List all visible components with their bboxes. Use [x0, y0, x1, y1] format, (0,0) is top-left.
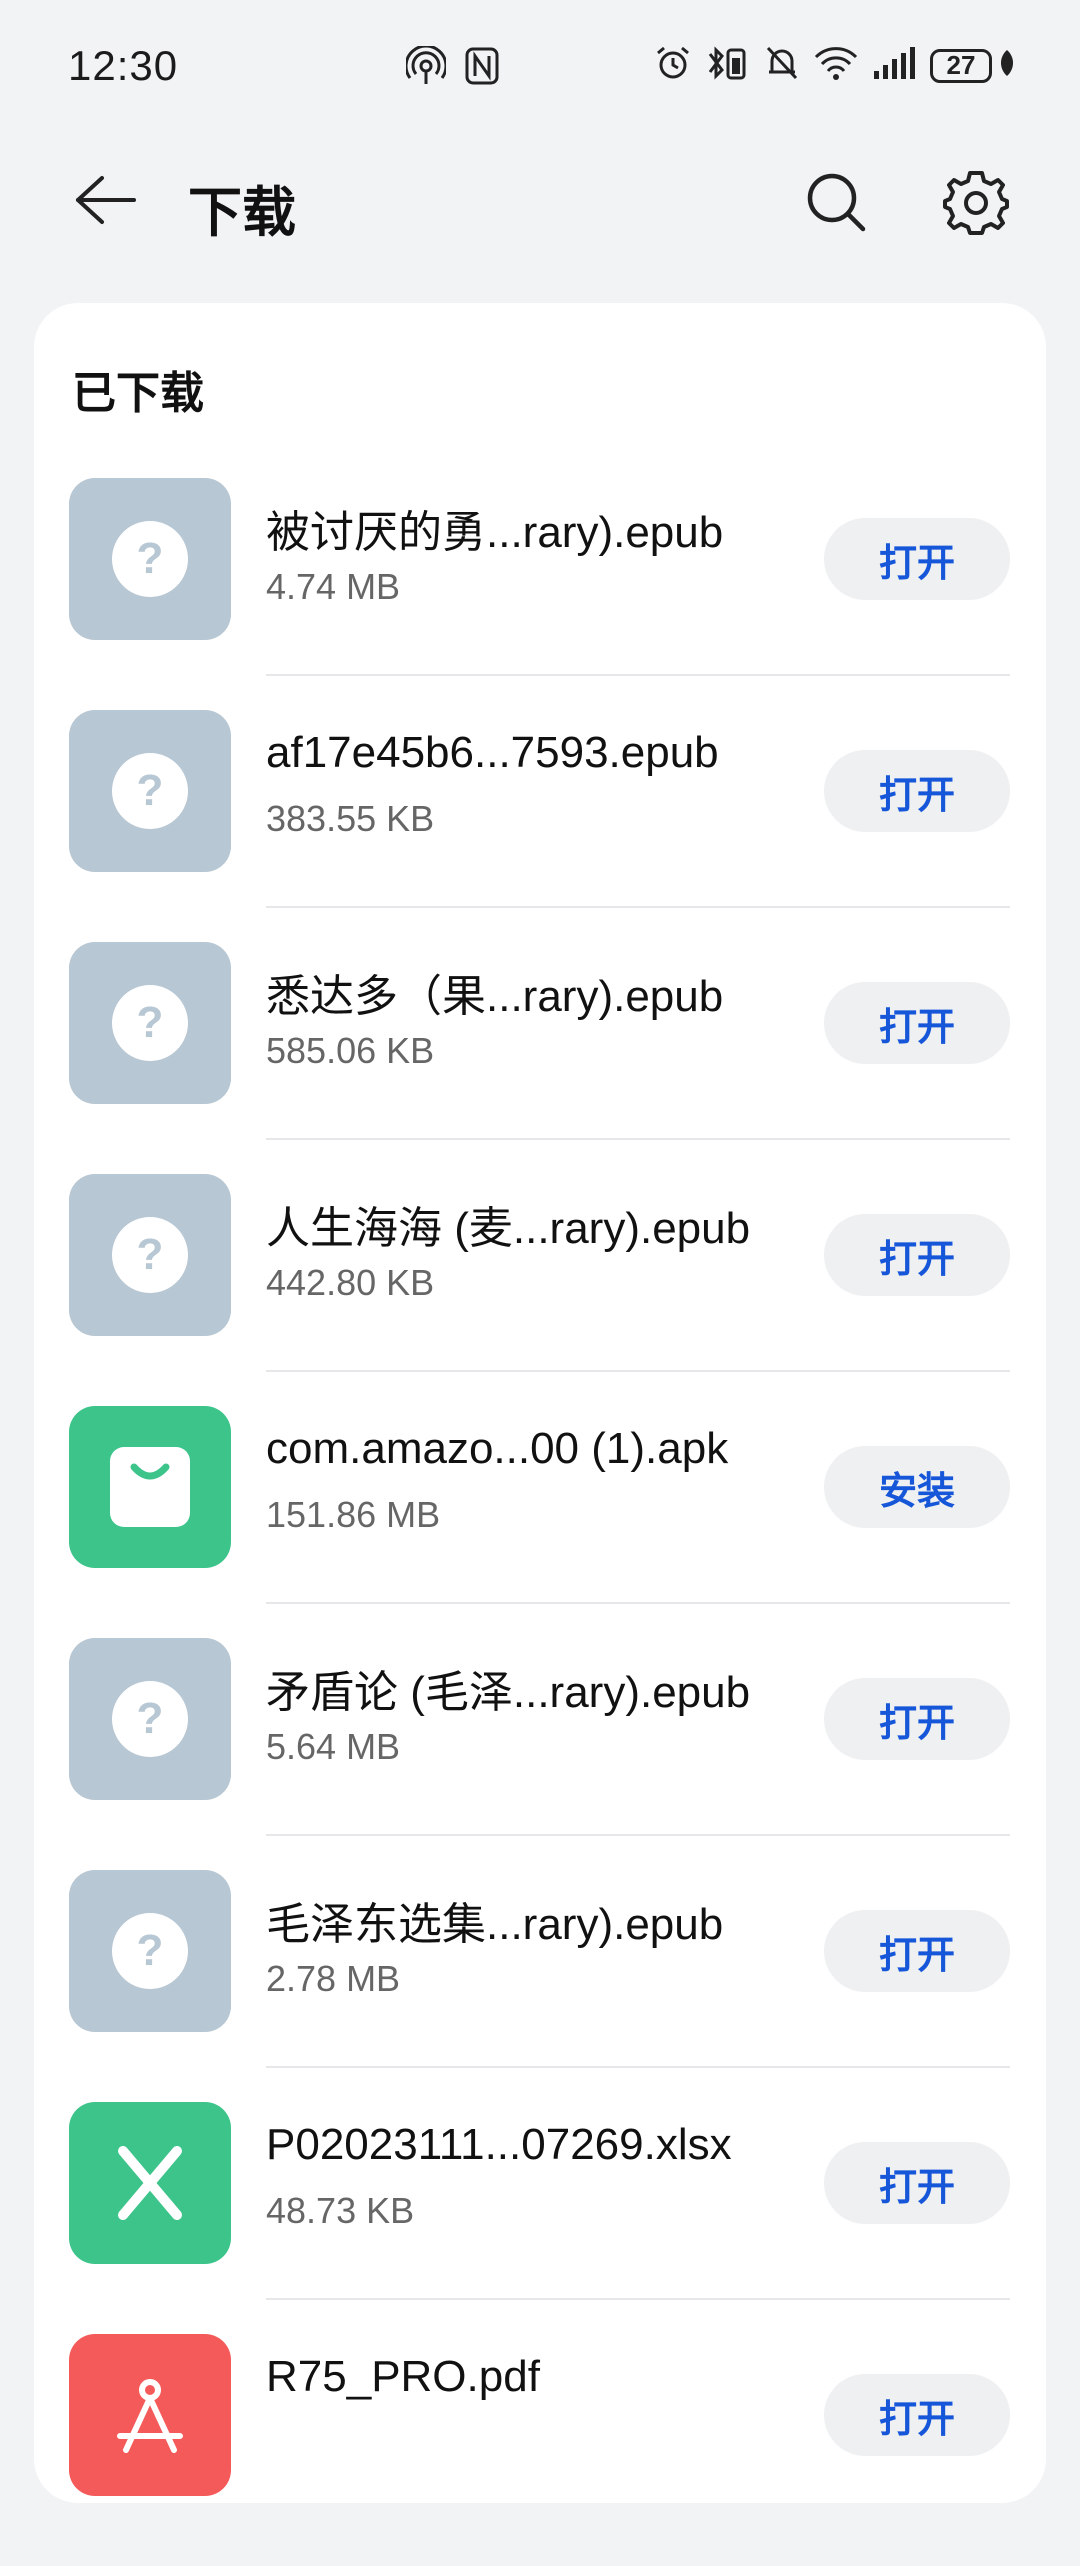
file-name: 毛泽东选集...rary).epub [266, 1900, 724, 1949]
file-size: 4.74 MB [266, 566, 401, 607]
divider [266, 1138, 1010, 1140]
open-button[interactable]: 打开 [824, 1910, 1010, 1992]
gear-icon [943, 171, 1009, 235]
list-item[interactable]: ? af17e45b6...7593.epub 383.55 KB 打开 [34, 710, 1046, 942]
divider [266, 1602, 1010, 1604]
hotspot-icon [404, 44, 448, 91]
file-name: 矛盾论 (毛泽...rary).epub [266, 1668, 751, 1717]
open-button[interactable]: 打开 [824, 1214, 1010, 1296]
apk-bag-icon [69, 1406, 231, 1568]
divider [266, 674, 1010, 676]
file-size: 442.80 KB [266, 1262, 435, 1303]
svg-text:?: ? [137, 1230, 164, 1279]
file-size: 2.78 MB [266, 1958, 401, 1999]
alarm-icon [654, 44, 692, 87]
search-button[interactable] [800, 166, 872, 238]
unknown-file-icon: ? [69, 942, 231, 1104]
downloads-list: ? 被讨厌的勇...rary).epub 4.74 MB 打开 ? af17e4… [34, 478, 1046, 2566]
list-item[interactable]: P02023111...07269.xlsx 48.73 KB 打开 [34, 2102, 1046, 2334]
status-right-icons: 27 [654, 44, 1016, 87]
file-name: af17e45b6...7593.epub [266, 728, 719, 777]
excel-x-icon [69, 2102, 231, 2264]
status-time: 12:30 [68, 42, 179, 89]
search-icon [807, 173, 866, 232]
list-item[interactable]: ? 矛盾论 (毛泽...rary).epub 5.64 MB 打开 [34, 1638, 1046, 1870]
battery-indicator: 27 [930, 48, 1016, 83]
open-button[interactable]: 打开 [824, 982, 1010, 1064]
svg-text:?: ? [137, 1694, 164, 1743]
open-button[interactable]: 打开 [824, 2142, 1010, 2224]
bluetooth-battery-icon [706, 44, 750, 87]
file-name: com.amazo...00 (1).apk [266, 1424, 729, 1473]
section-title-downloaded: 已下载 [72, 369, 204, 418]
file-name: 被讨厌的勇...rary).epub [266, 508, 724, 557]
open-button[interactable]: 打开 [824, 750, 1010, 832]
file-name: 悉达多（果...rary).epub [266, 972, 724, 1021]
file-name: P02023111...07269.xlsx [266, 2120, 732, 2169]
svg-text:?: ? [137, 998, 164, 1047]
divider [266, 906, 1010, 908]
unknown-file-icon: ? [69, 1174, 231, 1336]
downloads-card: 已下载 ? 被讨厌的勇...rary).epub 4.74 MB 打开 ? af… [34, 303, 1046, 2503]
unknown-file-icon: ? [69, 478, 231, 640]
battery-level: 27 [930, 48, 992, 83]
file-size: 48.73 KB [266, 2190, 415, 2231]
list-item[interactable]: ? 毛泽东选集...rary).epub 2.78 MB 打开 [34, 1870, 1046, 2102]
back-arrow-icon [76, 176, 136, 224]
file-size: 383.55 KB [266, 798, 435, 839]
open-button[interactable]: 打开 [824, 2374, 1010, 2456]
file-name: R75_PRO.pdf [266, 2352, 540, 2401]
list-item[interactable]: ? 被讨厌的勇...rary).epub 4.74 MB 打开 [34, 478, 1046, 710]
status-bar: 12:30 27 [0, 0, 1080, 130]
divider [266, 1834, 1010, 1836]
signal-icon [872, 45, 916, 86]
unknown-file-icon: ? [69, 1870, 231, 2032]
back-button[interactable] [70, 170, 140, 230]
svg-text:?: ? [137, 1926, 164, 1975]
nfc-icon [464, 46, 500, 91]
install-button[interactable]: 安装 [824, 1446, 1010, 1528]
page-title: 下载 [188, 183, 296, 243]
open-button[interactable]: 打开 [824, 518, 1010, 600]
svg-text:?: ? [137, 534, 164, 583]
divider [266, 2298, 1010, 2300]
list-item[interactable]: ? 悉达多（果...rary).epub 585.06 KB 打开 [34, 942, 1046, 1174]
status-mid-icons [404, 44, 500, 91]
settings-button[interactable] [940, 166, 1012, 238]
file-size: 5.64 MB [266, 1726, 401, 1767]
divider [266, 2066, 1010, 2068]
list-item[interactable]: R75_PRO.pdf 打开 [34, 2334, 1046, 2566]
wifi-icon [814, 45, 858, 86]
file-size: 151.86 MB [266, 1494, 441, 1535]
file-name: 人生海海 (麦...rary).epub [266, 1204, 751, 1253]
list-item[interactable]: ? 人生海海 (麦...rary).epub 442.80 KB 打开 [34, 1174, 1046, 1406]
svg-text:?: ? [137, 766, 164, 815]
unknown-file-icon: ? [69, 1638, 231, 1800]
file-size: 585.06 KB [266, 1030, 435, 1071]
pdf-icon [69, 2334, 231, 2496]
leaf-icon [998, 48, 1016, 83]
open-button[interactable]: 打开 [824, 1678, 1010, 1760]
app-header: 下载 [0, 150, 1080, 250]
divider [266, 1370, 1010, 1372]
unknown-file-icon: ? [69, 710, 231, 872]
mute-bell-icon [764, 44, 800, 87]
list-item[interactable]: com.amazo...00 (1).apk 151.86 MB 安装 [34, 1406, 1046, 1638]
